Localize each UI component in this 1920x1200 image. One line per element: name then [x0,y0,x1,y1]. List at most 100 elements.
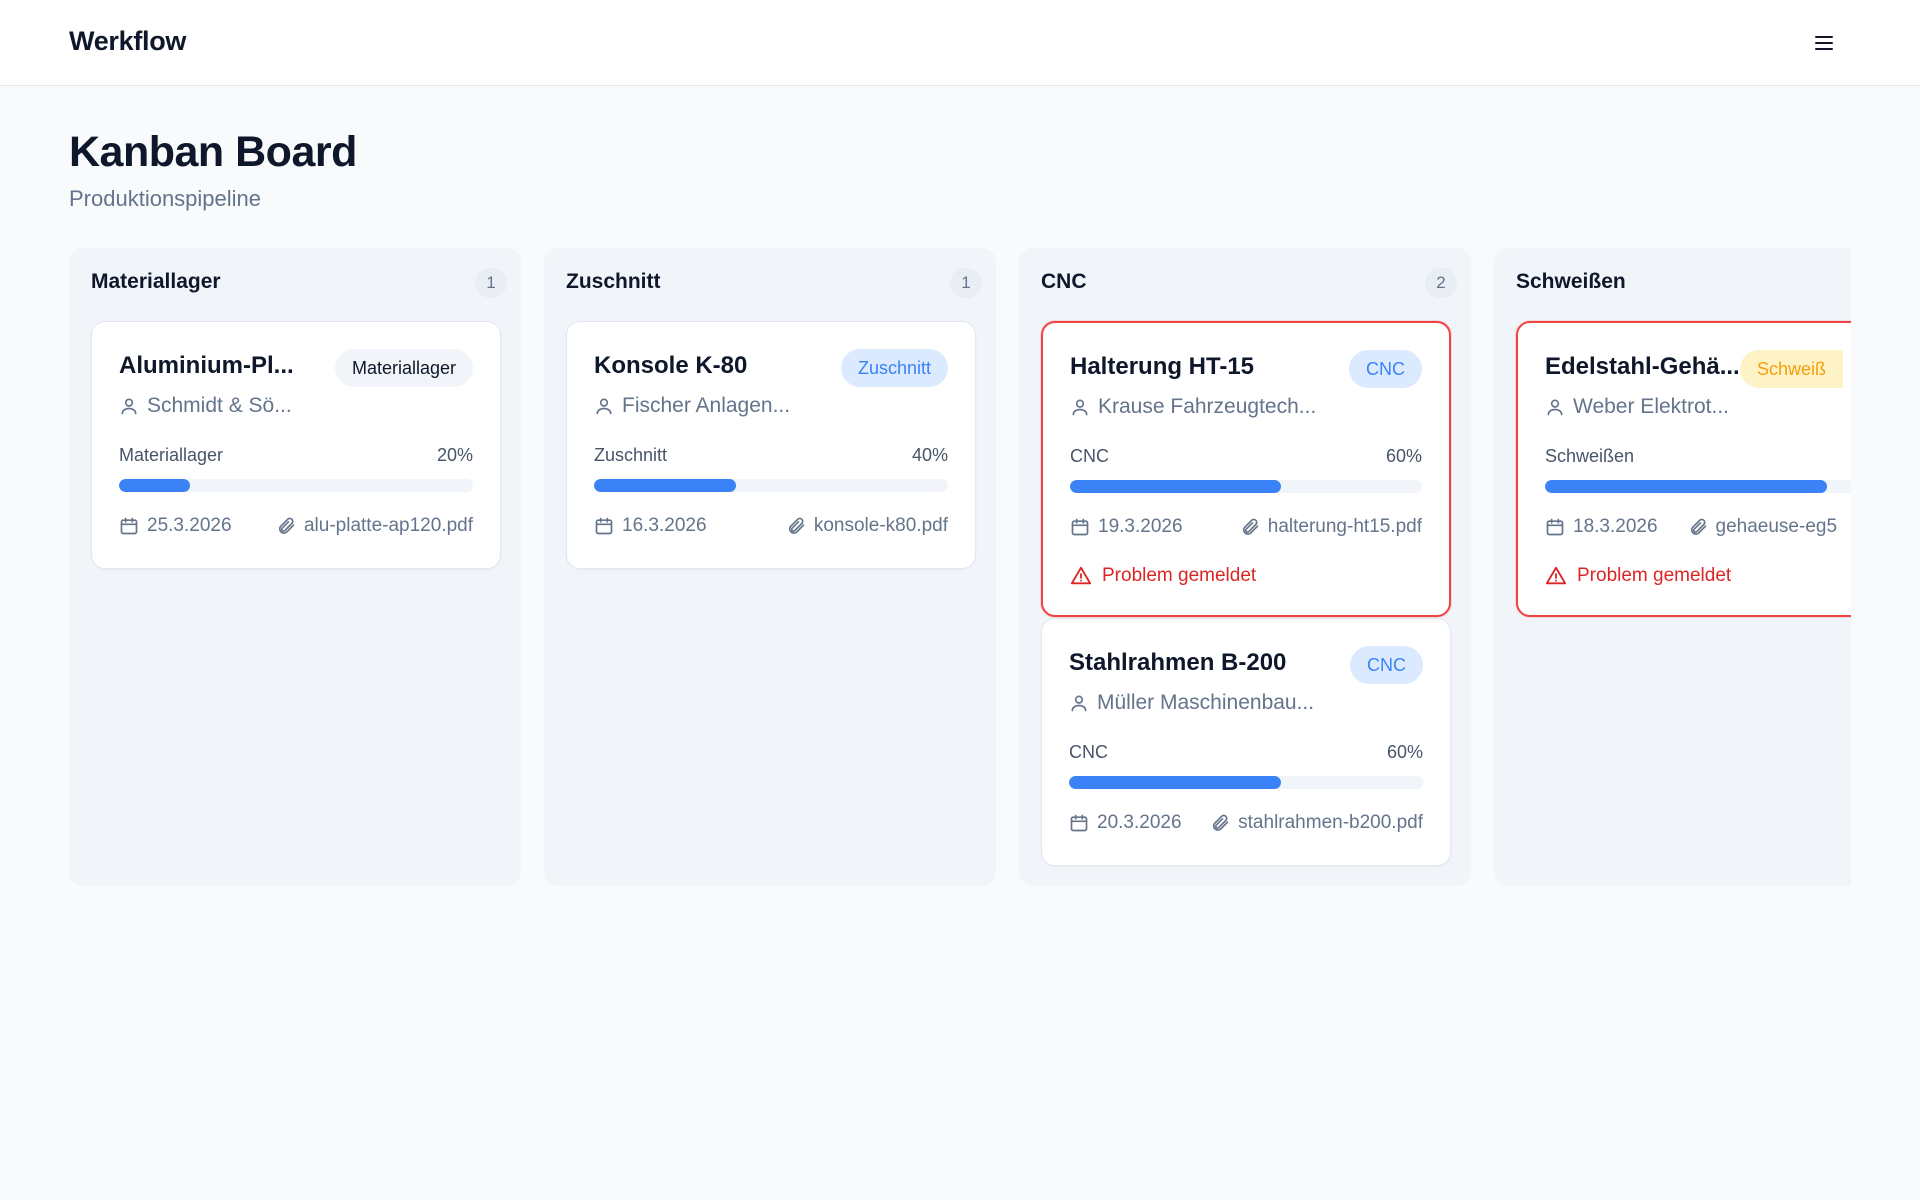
due-date: 18.3.2026 [1545,516,1658,538]
calendar-icon [119,516,139,536]
calendar-icon [1070,517,1090,537]
progress-bar [1545,480,1851,493]
progress-percent: 40% [911,445,948,465]
due-date: 20.3.2026 [1069,812,1182,834]
stage-label: Materiallager [119,445,224,465]
paperclip-icon [1240,517,1260,537]
stage-label: CNC [1070,446,1109,466]
menu-icon[interactable] [1808,28,1840,58]
paperclip-icon [276,516,296,536]
order-card[interactable]: Edelstahl-Gehä... Schweiß Weber Elektrot… [1516,321,1851,617]
attachment-filename: stahlrahmen-b200.pdf [1238,812,1423,833]
paperclip-icon [1688,517,1708,537]
customer: Müller Maschinenbau... [1069,691,1409,715]
customer: Fischer Anlagen... [594,394,934,418]
column-count-badge: 2 [1425,268,1457,298]
progress-percent: 60% [1386,742,1423,762]
attachment-link[interactable]: halterung-ht15.pdf [1240,516,1422,538]
due-date-text: 19.3.2026 [1098,516,1183,537]
card-title: Stahlrahmen B-200 [1069,649,1287,676]
order-card[interactable]: Halterung HT-15 CNC Krause Fahrzeugtech.… [1041,321,1451,617]
column-cnc: CNC 2 Halterung HT-15 CNC Krause Fahrzeu… [1019,248,1471,886]
attachment-filename: alu-platte-ap120.pdf [303,515,473,536]
meta-row: 16.3.2026 konsole-k80.pdf [594,515,948,537]
customer-name: Schmidt & Sö... [147,394,292,417]
status-badge: CNC [1350,646,1423,684]
progress-fill [1545,480,1827,493]
problem-indicator: Problem gemeldet [1070,565,1256,587]
card-title: Edelstahl-Gehä... [1545,353,1740,380]
column-zuschnitt: Zuschnitt 1 Konsole K-80 Zuschnitt Fisch… [544,248,996,886]
status-badge: Schweiß [1740,350,1844,388]
page-title: Kanban Board [69,128,357,176]
progress-bar [119,479,473,492]
column-title: Zuschnitt [566,270,661,293]
stage-label: Schweißen [1545,446,1635,466]
meta-row: 18.3.2026 gehaeuse-eg5 [1545,516,1851,538]
customer: Krause Fahrzeugtech... [1070,395,1410,419]
calendar-icon [594,516,614,536]
stage-label: CNC [1069,742,1108,762]
problem-text: Problem gemeldet [1102,565,1257,586]
calendar-icon [1545,517,1565,537]
paperclip-icon [786,516,806,536]
warning-icon [1070,565,1092,587]
page-subtitle: Produktionspipeline [69,186,262,211]
due-date: 19.3.2026 [1070,516,1183,538]
problem-indicator: Problem gemeldet [1545,565,1731,587]
stage-row: Zuschnitt 40% [594,445,948,466]
progress-fill [119,479,190,492]
stage-label: Zuschnitt [594,445,668,465]
problem-text: Problem gemeldet [1577,565,1732,586]
card-title: Konsole K-80 [594,352,748,379]
kanban-board: Materiallager 1 Aluminium-Pl... Material… [69,248,1851,888]
progress-bar [1070,480,1422,493]
attachment-link[interactable]: gehaeuse-eg5 [1688,516,1837,538]
card-title: Aluminium-Pl... [119,352,294,379]
stage-row: Schweißen [1545,446,1851,467]
calendar-icon [1069,813,1089,833]
due-date-text: 18.3.2026 [1573,516,1658,537]
order-card[interactable]: Aluminium-Pl... Materiallager Schmidt & … [91,321,501,569]
progress-percent: 60% [1385,446,1422,466]
meta-row: 19.3.2026 halterung-ht15.pdf [1070,516,1422,538]
column-materiallager: Materiallager 1 Aluminium-Pl... Material… [69,248,521,886]
column-schweissen: Schweißen Edelstahl-Gehä... Schweiß Webe… [1494,248,1851,886]
column-count-badge: 1 [475,268,507,298]
due-date: 16.3.2026 [594,515,707,537]
column-title: Schweißen [1516,270,1626,293]
progress-bar [594,479,948,492]
user-icon [1069,693,1089,713]
stage-row: CNC 60% [1070,446,1422,467]
meta-row: 25.3.2026 alu-platte-ap120.pdf [119,515,473,537]
progress-bar [1069,776,1423,789]
brand-logo[interactable]: Werkflow [69,26,186,57]
customer: Weber Elektrot... [1545,395,1851,419]
paperclip-icon [1210,813,1230,833]
customer-name: Krause Fahrzeugtech... [1098,395,1317,418]
order-card[interactable]: Konsole K-80 Zuschnitt Fischer Anlagen..… [566,321,976,569]
attachment-filename: konsole-k80.pdf [813,515,948,536]
due-date: 25.3.2026 [119,515,232,537]
order-card[interactable]: Stahlrahmen B-200 CNC Müller Maschinenba… [1041,618,1451,866]
meta-row: 20.3.2026 stahlrahmen-b200.pdf [1069,812,1423,834]
column-title: Materiallager [91,270,221,293]
top-bar: Werkflow [0,0,1920,86]
stage-row: Materiallager 20% [119,445,473,466]
user-icon [119,396,139,416]
status-badge: Materiallager [334,349,473,387]
attachment-link[interactable]: konsole-k80.pdf [786,515,948,537]
customer-name: Fischer Anlagen... [622,394,791,417]
customer-name: Weber Elektrot... [1573,395,1730,418]
attachment-link[interactable]: stahlrahmen-b200.pdf [1210,812,1423,834]
user-icon [594,396,614,416]
customer: Schmidt & Sö... [119,394,459,418]
stage-row: CNC 60% [1069,742,1423,763]
progress-fill [1069,776,1282,789]
progress-fill [1070,480,1282,493]
column-count-badge: 1 [950,268,982,298]
status-badge: CNC [1349,350,1422,388]
progress-percent: 20% [436,445,473,465]
card-title: Halterung HT-15 [1070,353,1255,380]
attachment-link[interactable]: alu-platte-ap120.pdf [276,515,473,537]
